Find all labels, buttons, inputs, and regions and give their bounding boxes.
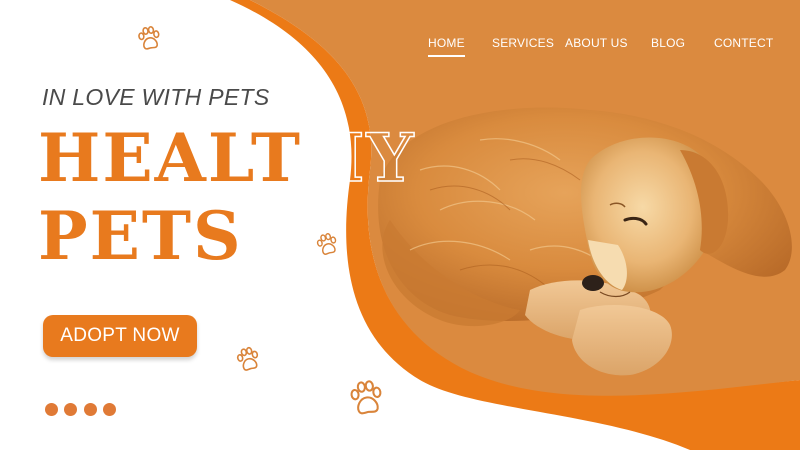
headline-solid-part: HEALT — [38, 119, 303, 197]
adopt-now-button[interactable]: ADOPT NOW — [43, 315, 197, 357]
carousel-dots — [45, 403, 118, 417]
carousel-dot[interactable] — [83, 403, 97, 416]
hero-headline-line-1: HEALTHY — [38, 124, 416, 192]
carousel-dot[interactable] — [45, 403, 58, 416]
carousel-dot[interactable] — [103, 403, 117, 416]
nav-item-services[interactable]: SERVICES — [492, 36, 554, 50]
hero-tagline: IN LOVE WITH PETS — [42, 84, 270, 110]
headline-outline-part: HY — [301, 119, 416, 197]
paw-print-icon — [138, 26, 160, 50]
paw-print-icon — [350, 380, 382, 415]
hero-headline-line-2: PETS — [38, 197, 243, 275]
nav-item-blog[interactable]: BLOG — [651, 36, 685, 50]
nav-item-home[interactable]: HOME — [428, 36, 465, 57]
landing-page: HOME SERVICES ABOUT US BLOG CONTECT IN L… — [0, 0, 800, 450]
nav-item-about-us[interactable]: ABOUT US — [565, 36, 628, 50]
carousel-dot[interactable] — [64, 403, 78, 416]
golden-retriever-image — [378, 107, 792, 376]
top-navigation: HOME SERVICES ABOUT US BLOG CONTECT — [420, 36, 790, 57]
nav-item-contect[interactable]: CONTECT — [714, 36, 773, 50]
